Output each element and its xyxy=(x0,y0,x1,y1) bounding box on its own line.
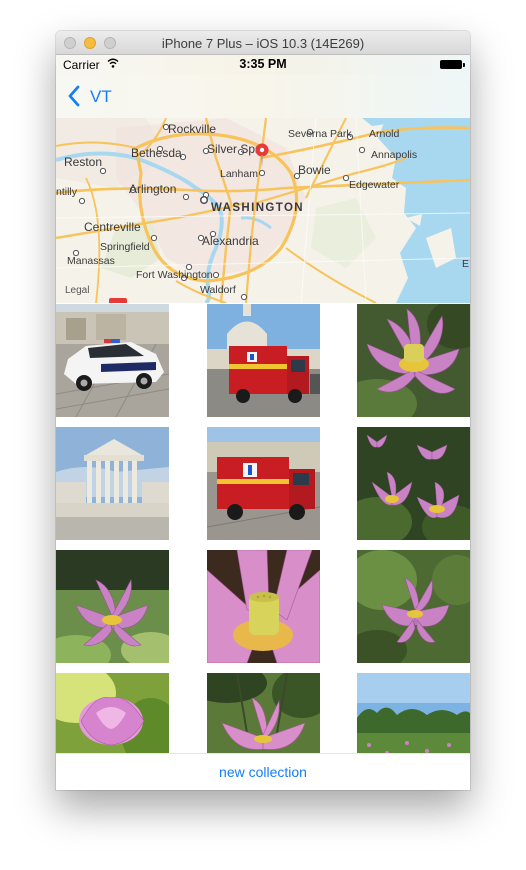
photo-cell[interactable] xyxy=(207,427,320,540)
map-view[interactable]: Rockville Severna Park Arnold Bethesda S… xyxy=(56,118,470,303)
map-label-reston: Reston xyxy=(64,155,103,169)
map-label-springfield: Springfield xyxy=(100,241,150,253)
lotus-flowers-photo xyxy=(357,427,470,540)
photo-cell[interactable] xyxy=(56,304,169,417)
photo-cell[interactable] xyxy=(357,550,470,663)
photo-cell[interactable] xyxy=(56,550,169,663)
map-label-arnold: Arnold xyxy=(369,128,400,140)
navigation-bar: VT xyxy=(56,75,470,119)
ambulance-capitol-photo xyxy=(207,304,320,417)
map-label-fort-washington: Fort Washington xyxy=(136,269,213,281)
map-label-centreville: Centreville xyxy=(84,220,141,234)
clock-time: 3:35 PM xyxy=(239,57,287,71)
photo-cell[interactable] xyxy=(357,304,470,417)
map-label-lanham: Lanham xyxy=(220,168,258,180)
map-label-alexandria: Alexandria xyxy=(202,234,259,248)
new-collection-label: new collection xyxy=(219,764,307,780)
lotus-closeup-photo xyxy=(207,550,320,663)
lotus-flower-photo xyxy=(357,304,470,417)
map-label-chantilly: ntilly xyxy=(56,186,78,198)
supreme-court-photo xyxy=(56,427,169,540)
map-label-edge: E xyxy=(462,258,470,270)
map-label-arlington: Arlington xyxy=(129,182,177,196)
battery-icon xyxy=(440,60,465,69)
photo-cell[interactable] xyxy=(207,673,320,753)
lotus-flower-photo xyxy=(357,550,470,663)
photo-cell[interactable] xyxy=(56,673,169,753)
photo-cell[interactable] xyxy=(56,427,169,540)
photo-cell[interactable] xyxy=(207,304,320,417)
ambulance-photo xyxy=(207,427,320,540)
photo-cell[interactable] xyxy=(357,427,470,540)
map-label-manassas: Manassas xyxy=(67,255,115,267)
map-legal-link[interactable]: Legal xyxy=(65,285,89,296)
map-label-bethesda: Bethesda xyxy=(131,146,182,160)
simulator-window: iPhone 7 Plus – iOS 10.3 (14E269) Carrie… xyxy=(56,31,470,790)
photo-collection[interactable] xyxy=(56,304,470,753)
lotus-flower-photo xyxy=(207,673,320,753)
lotus-field-photo xyxy=(357,673,470,753)
back-button[interactable]: VT xyxy=(90,87,112,107)
new-collection-button[interactable]: new collection xyxy=(56,753,470,790)
map-label-severna-park: Severna Park xyxy=(288,128,352,140)
police-car-photo xyxy=(56,304,169,417)
window-title: iPhone 7 Plus – iOS 10.3 (14E269) xyxy=(161,36,365,51)
window-titlebar: iPhone 7 Plus – iOS 10.3 (14E269) xyxy=(56,31,470,55)
photo-cell[interactable] xyxy=(207,550,320,663)
photo-cell[interactable] xyxy=(357,673,470,753)
lotus-bud-photo xyxy=(56,673,169,753)
map-label-edgewater: Edgewater xyxy=(349,179,400,191)
status-bar: Carrier 3:35 PM xyxy=(56,55,470,75)
map-label-waldorf: Waldorf xyxy=(200,284,236,296)
map-label-washington: WASHINGTON xyxy=(211,202,305,214)
map-label-bowie: Bowie xyxy=(298,163,331,177)
location-pin-icon[interactable] xyxy=(254,143,270,169)
map-label-annapolis: Annapolis xyxy=(371,149,418,161)
chevron-left-icon[interactable] xyxy=(67,85,81,107)
lotus-flower-photo xyxy=(56,550,169,663)
map-label-rockville: Rockville xyxy=(168,122,217,136)
